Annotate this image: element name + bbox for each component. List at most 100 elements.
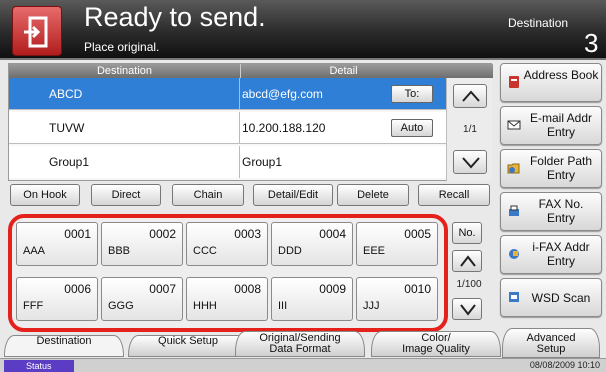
- column-header-destination: Destination: [9, 64, 241, 78]
- destination-count-label: Destination: [508, 16, 569, 30]
- tab-label: Destination: [36, 335, 92, 347]
- row-detail: Group1: [242, 155, 283, 169]
- row-destination: ABCD: [49, 87, 83, 101]
- tab-advanced-setup[interactable]: Advanced Setup: [502, 328, 600, 358]
- key-name: GGG: [108, 300, 134, 312]
- direct-button[interactable]: Direct: [91, 184, 161, 206]
- key-number: 0008: [234, 282, 261, 296]
- ifax-entry-label: i-FAX Addr Entry: [532, 240, 590, 268]
- screen: { "header": { "title": "Ready to send.",…: [0, 0, 606, 372]
- tab-label-line2: Data Format: [269, 343, 331, 355]
- row-detail: abcd@efg.com: [242, 87, 323, 101]
- tab-original-sending-data-format[interactable]: Original/Sending Data Format: [235, 331, 365, 357]
- key-name: JJJ: [363, 300, 380, 312]
- chevron-down-icon: [460, 304, 476, 316]
- list-scroll-down-button[interactable]: [453, 150, 487, 174]
- tab-label-line2: Image Quality: [402, 343, 470, 355]
- folder-path-entry-button[interactable]: Folder Path Entry: [500, 149, 602, 188]
- email-entry-label: E-mail Addr Entry: [529, 111, 593, 139]
- grid-scroll-down-button[interactable]: [452, 298, 482, 320]
- one-touch-key[interactable]: 0006 FFF: [16, 277, 98, 321]
- one-touch-key[interactable]: 0008 HHH: [186, 277, 268, 321]
- wsd-scan-icon: [509, 292, 519, 302]
- list-page-indicator: 1/1: [463, 124, 477, 135]
- list-row[interactable]: ABCD abcd@efg.com To:: [9, 78, 446, 110]
- row-divider: [239, 146, 240, 178]
- row-type-button[interactable]: Auto: [391, 119, 433, 137]
- key-name: EEE: [363, 245, 386, 257]
- grid-page-indicator: 1/100: [456, 279, 482, 290]
- wsd-scan-button[interactable]: WSD Scan: [500, 278, 602, 317]
- tab-color-image-quality[interactable]: Color/ Image Quality: [371, 331, 501, 357]
- row-divider: [239, 78, 240, 110]
- chevron-down-icon: [462, 157, 480, 169]
- recall-button[interactable]: Recall: [418, 184, 490, 206]
- detail-edit-button[interactable]: Detail/Edit: [253, 184, 333, 206]
- status-bar: Status 08/08/2009 10:10: [0, 358, 606, 372]
- chain-button[interactable]: Chain: [172, 184, 244, 206]
- home-icon: [24, 16, 48, 48]
- key-number: 0007: [149, 282, 176, 296]
- key-name: HHH: [193, 300, 217, 312]
- list-header: Destination Detail: [9, 64, 493, 78]
- destination-list: Destination Detail ABCD abcd@efg.com To:…: [8, 63, 493, 181]
- key-name: DDD: [278, 245, 302, 257]
- row-destination: Group1: [49, 155, 90, 169]
- key-number: 0002: [149, 227, 176, 241]
- one-touch-key[interactable]: 0002 BBB: [101, 222, 183, 266]
- key-name: CCC: [193, 245, 217, 257]
- one-touch-key[interactable]: 0009 III: [271, 277, 353, 321]
- row-type-button[interactable]: To:: [391, 85, 433, 103]
- destination-count: 3: [584, 28, 599, 58]
- on-hook-button[interactable]: On Hook: [10, 184, 80, 206]
- ifax-entry-button[interactable]: i-FAX Addr Entry: [500, 235, 602, 274]
- email-entry-button[interactable]: E-mail Addr Entry: [500, 106, 602, 145]
- key-number: 0006: [64, 282, 91, 296]
- header-bar: Ready to send. Place original. Destinati…: [0, 0, 606, 60]
- status-button[interactable]: Status: [4, 360, 74, 372]
- home-button[interactable]: [12, 6, 62, 56]
- folder-icon: [507, 163, 520, 174]
- column-header-detail: Detail: [329, 65, 358, 77]
- wsd-scan-label: WSD Scan: [531, 291, 591, 305]
- key-name: III: [278, 300, 288, 312]
- key-name: BBB: [108, 245, 131, 257]
- tab-label: Quick Setup: [158, 335, 218, 347]
- list-row[interactable]: TUVW 10.200.188.120 Auto: [9, 112, 446, 144]
- fax-icon: [509, 205, 519, 216]
- number-search-button[interactable]: No.: [452, 222, 482, 244]
- fax-entry-label: FAX No. Entry: [538, 197, 584, 225]
- address-book-button[interactable]: Address Book: [500, 63, 602, 102]
- key-number: 0010: [404, 282, 431, 296]
- folder-path-entry-label: Folder Path Entry: [529, 154, 593, 182]
- one-touch-key[interactable]: 0005 EEE: [356, 222, 438, 266]
- list-scroll-up-button[interactable]: [453, 84, 487, 108]
- one-touch-key[interactable]: 0001 AAA: [16, 222, 98, 266]
- delete-button[interactable]: Delete: [337, 184, 409, 206]
- chevron-up-icon: [462, 90, 480, 102]
- one-touch-key[interactable]: 0004 DDD: [271, 222, 353, 266]
- address-book-label: Address Book: [523, 68, 599, 82]
- list-row[interactable]: Group1 Group1: [9, 146, 446, 178]
- row-divider: [239, 112, 240, 144]
- one-touch-key[interactable]: 0003 CCC: [186, 222, 268, 266]
- tab-quick-setup[interactable]: Quick Setup: [128, 335, 248, 357]
- ifax-icon: [509, 249, 519, 259]
- key-name: FFF: [23, 300, 44, 312]
- status-title: Ready to send.: [84, 2, 266, 32]
- one-touch-key[interactable]: 0007 GGG: [101, 277, 183, 321]
- key-number: 0004: [319, 227, 346, 241]
- date-time: 08/08/2009 10:10: [529, 360, 600, 370]
- key-number: 0005: [404, 227, 431, 241]
- tab-destination[interactable]: Destination: [4, 335, 124, 357]
- chevron-up-icon: [460, 255, 476, 267]
- address-book-icon: [509, 76, 519, 88]
- key-number: 0001: [64, 227, 91, 241]
- key-number: 0003: [234, 227, 261, 241]
- row-detail: 10.200.188.120: [242, 121, 326, 135]
- grid-scroll-up-button[interactable]: [452, 250, 482, 272]
- key-number: 0009: [319, 282, 346, 296]
- tab-label-line2: Setup: [536, 343, 566, 355]
- fax-entry-button[interactable]: FAX No. Entry: [500, 192, 602, 231]
- one-touch-key[interactable]: 0010 JJJ: [356, 277, 438, 321]
